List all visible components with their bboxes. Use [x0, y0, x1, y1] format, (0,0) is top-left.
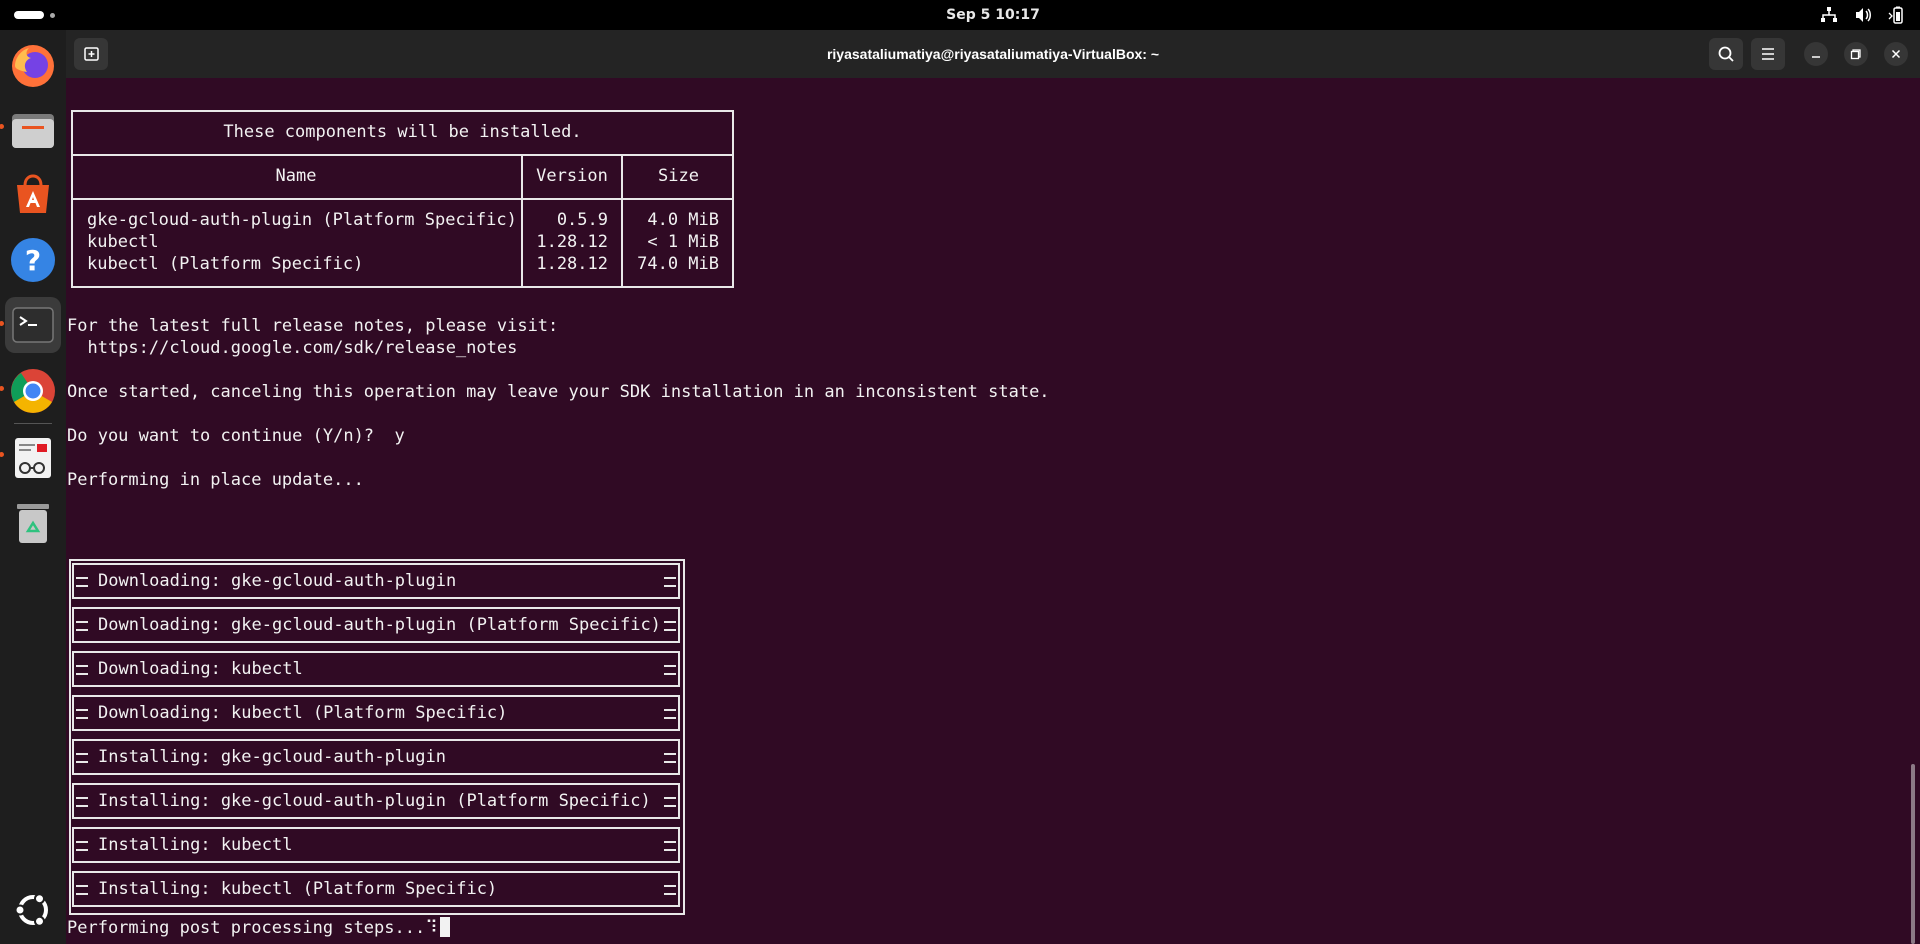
- progress-row: Downloading: kubectl: [72, 651, 680, 687]
- release-notes-line: For the latest full release notes, pleas…: [67, 316, 559, 336]
- progress-row: Downloading: gke-gcloud-auth-plugin: [72, 563, 680, 599]
- progress-row: Installing: kubectl (Platform Specific): [72, 871, 680, 907]
- table-cell-name: gke-gcloud-auth-plugin (Platform Specifi…: [87, 210, 517, 230]
- progress-label: Installing: kubectl: [98, 835, 293, 855]
- progress-row: Downloading: kubectl (Platform Specific): [72, 695, 680, 731]
- column-header-size: Size: [658, 166, 699, 186]
- chrome-running-indicator: [0, 386, 4, 391]
- files-icon[interactable]: [5, 102, 61, 158]
- terminal-icon[interactable]: [5, 297, 61, 353]
- help-icon[interactable]: ?: [5, 232, 61, 288]
- progress-label: Downloading: kubectl (Platform Specific): [98, 703, 508, 723]
- progress-label: Installing: kubectl (Platform Specific): [98, 879, 498, 899]
- column-header-version: Version: [536, 166, 608, 186]
- table-rule: [71, 154, 734, 156]
- window-title: riyasataliumatiya@riyasataliumatiya-Virt…: [826, 46, 1160, 62]
- firefox-icon[interactable]: [5, 38, 61, 94]
- table-cell-size: < 1 MiB: [647, 232, 719, 252]
- maximize-button[interactable]: [1844, 42, 1868, 66]
- table-heading: These components will be installed.: [223, 122, 582, 142]
- terminal-window: riyasataliumatiya@riyasataliumatiya-Virt…: [66, 30, 1920, 944]
- table-rule: [71, 198, 734, 200]
- progress-row: Installing: kubectl: [72, 827, 680, 863]
- battery-icon[interactable]: [1888, 6, 1906, 24]
- progress-label: Downloading: gke-gcloud-auth-plugin (Pla…: [98, 615, 661, 635]
- table-cell-name: kubectl: [87, 232, 159, 252]
- table-cell-size: 74.0 MiB: [637, 254, 719, 274]
- terminal-output[interactable]: These components will be installed. Name…: [66, 78, 1920, 944]
- svg-text:?: ?: [25, 244, 41, 277]
- text-editor-running-indicator: [0, 452, 4, 457]
- trash-icon[interactable]: [5, 495, 61, 551]
- chrome-icon[interactable]: [5, 363, 61, 419]
- menu-button[interactable]: [1751, 38, 1785, 70]
- clock[interactable]: Sep 5 10:17: [0, 0, 1920, 30]
- progress-label: Installing: gke-gcloud-auth-plugin (Plat…: [98, 791, 651, 811]
- table-cell-size: 4.0 MiB: [647, 210, 719, 230]
- table-cell-name: kubectl (Platform Specific): [87, 254, 364, 274]
- progress-label: Downloading: gke-gcloud-auth-plugin: [98, 571, 457, 591]
- volume-icon[interactable]: [1854, 6, 1872, 24]
- table-cell-version: 1.28.12: [536, 254, 608, 274]
- progress-row: Installing: gke-gcloud-auth-plugin (Plat…: [72, 783, 680, 819]
- dock-separator: [14, 423, 52, 424]
- progress-label: Downloading: kubectl: [98, 659, 303, 679]
- performing-update-line: Performing in place update...: [67, 470, 364, 490]
- warning-line: Once started, canceling this operation m…: [67, 382, 1050, 402]
- table-cell-version: 0.5.9: [556, 210, 608, 230]
- release-notes-url[interactable]: https://cloud.google.com/sdk/release_not…: [67, 337, 517, 359]
- system-tray[interactable]: [1820, 6, 1906, 24]
- dock: ?: [0, 30, 66, 944]
- header-bar[interactable]: riyasataliumatiya@riyasataliumatiya-Virt…: [66, 30, 1920, 78]
- app-center-icon[interactable]: [5, 167, 61, 223]
- spinner: ⠹: [425, 918, 438, 938]
- scrollbar[interactable]: [1911, 764, 1915, 944]
- post-processing-text: Performing post processing steps...: [67, 918, 426, 938]
- ubuntu-logo-icon[interactable]: [5, 882, 61, 938]
- close-button[interactable]: [1884, 42, 1908, 66]
- files-running-indicator: [0, 124, 4, 129]
- search-button[interactable]: [1709, 38, 1743, 70]
- progress-row: Installing: gke-gcloud-auth-plugin: [72, 739, 680, 775]
- terminal-running-indicator: [0, 321, 4, 326]
- network-icon[interactable]: [1820, 6, 1838, 24]
- progress-label: Installing: gke-gcloud-auth-plugin: [98, 747, 446, 767]
- text-editor-icon[interactable]: [5, 430, 61, 486]
- text-cursor: [439, 917, 450, 937]
- progress-row: Downloading: gke-gcloud-auth-plugin (Pla…: [72, 607, 680, 643]
- post-processing-line: Performing post processing steps...⠹: [67, 917, 450, 939]
- table-cell-version: 1.28.12: [536, 232, 608, 252]
- minimize-button[interactable]: [1804, 42, 1828, 66]
- column-header-name: Name: [275, 166, 317, 186]
- top-bar: Sep 5 10:17: [0, 0, 1920, 30]
- continue-prompt: Do you want to continue (Y/n)? y: [67, 426, 405, 446]
